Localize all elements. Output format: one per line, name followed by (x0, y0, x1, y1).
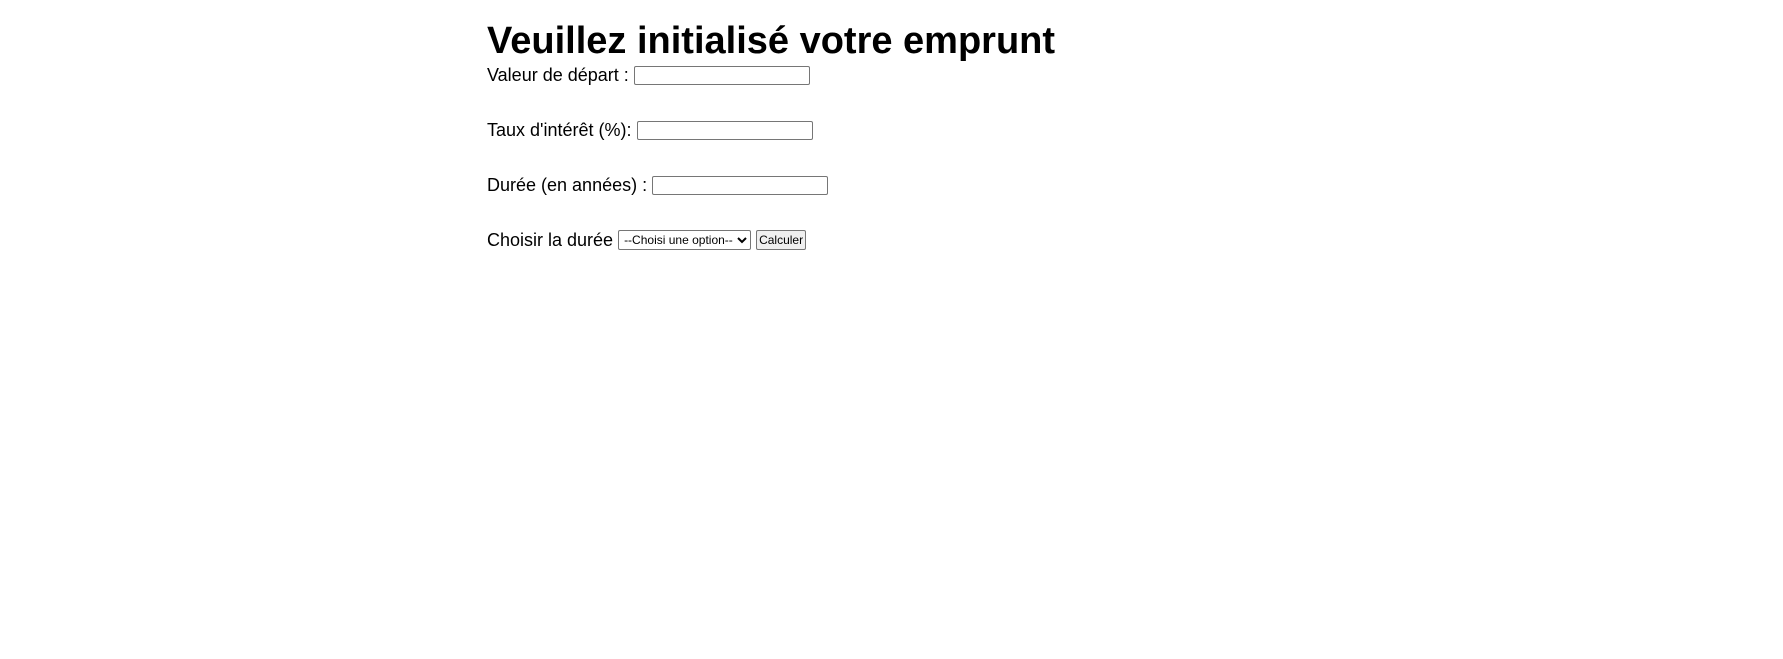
start-value-input[interactable] (633, 65, 810, 85)
duration-label: Durée (en années) : (487, 175, 648, 195)
start-value-label: Valeur de départ : (487, 65, 629, 85)
page-title: Veuillez initialisé votre emprunt (487, 20, 1056, 62)
interest-rate-input[interactable] (636, 120, 813, 140)
start-value-row: Valeur de départ : (487, 64, 1055, 86)
calculate-button[interactable]: Calculer (756, 230, 807, 250)
duration-choice-label: Choisir la durée (487, 230, 614, 250)
duration-choice-row: Choisir la durée --Choisi une option-- C… (487, 229, 1055, 251)
loan-form-container: Veuillez initialisé votre emprunt Valeur… (487, 0, 1055, 251)
duration-input[interactable] (652, 175, 829, 195)
duration-select[interactable]: --Choisi une option-- (618, 230, 752, 250)
interest-rate-label: Taux d'intérêt (%): (487, 120, 632, 140)
duration-row: Durée (en années) : (487, 174, 1055, 196)
interest-rate-row: Taux d'intérêt (%): (487, 119, 1055, 141)
